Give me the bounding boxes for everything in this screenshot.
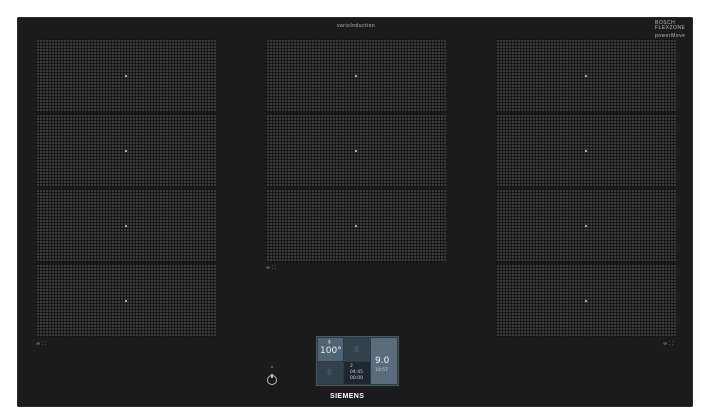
active-zone-level: 9.0 [375, 356, 390, 366]
power-button[interactable] [267, 374, 277, 385]
active-zone-tile[interactable]: 9.0 19:57 [371, 338, 397, 384]
temperature-tile[interactable]: ▮ 100° [318, 338, 343, 361]
left-zone-3[interactable] [36, 189, 216, 262]
timer-tile[interactable]: 2 04:45 00:00 [344, 362, 370, 384]
touch-display[interactable]: ▮ 100° 8 6 2 04:45 00:00 9.0 19:57 [316, 336, 399, 386]
center-zone-1[interactable] [266, 39, 446, 112]
timer-line-1: 2 [350, 364, 353, 369]
center-zone-mark: ∞ ⸬ [266, 265, 276, 271]
left-zone-1[interactable] [36, 39, 216, 112]
right-zone-2[interactable] [496, 114, 676, 187]
power-level-value-2: 6 [327, 368, 333, 377]
left-zone-4[interactable] [36, 264, 216, 337]
top-label: varioInduction [337, 23, 376, 29]
left-zone-mark: ∞ ⸬ [36, 341, 46, 347]
left-zone-2[interactable] [36, 114, 216, 187]
brand-logo: SIEMENS [330, 393, 365, 400]
temperature-value: 100° [320, 346, 342, 356]
center-zone-3[interactable] [266, 189, 446, 262]
right-zone-1[interactable] [496, 39, 676, 112]
center-zone-2[interactable] [266, 114, 446, 187]
active-zone-time: 19:57 [375, 368, 388, 373]
right-zone-mark: ∞ ⸬ [663, 341, 673, 347]
status-led [271, 366, 273, 368]
timer-line-3: 00:00 [350, 376, 363, 381]
power-level-tile-2[interactable]: 6 [318, 362, 343, 384]
power-level-value-1: 8 [354, 345, 360, 354]
right-zone-3[interactable] [496, 189, 676, 262]
power-level-tile-1[interactable]: 8 [344, 338, 370, 361]
right-zone-4[interactable] [496, 264, 676, 337]
timer-line-2: 04:45 [350, 370, 363, 375]
thermometer-icon: ▮ [328, 339, 331, 345]
top-right-label: BOSCH FLEXZONE [655, 20, 686, 31]
